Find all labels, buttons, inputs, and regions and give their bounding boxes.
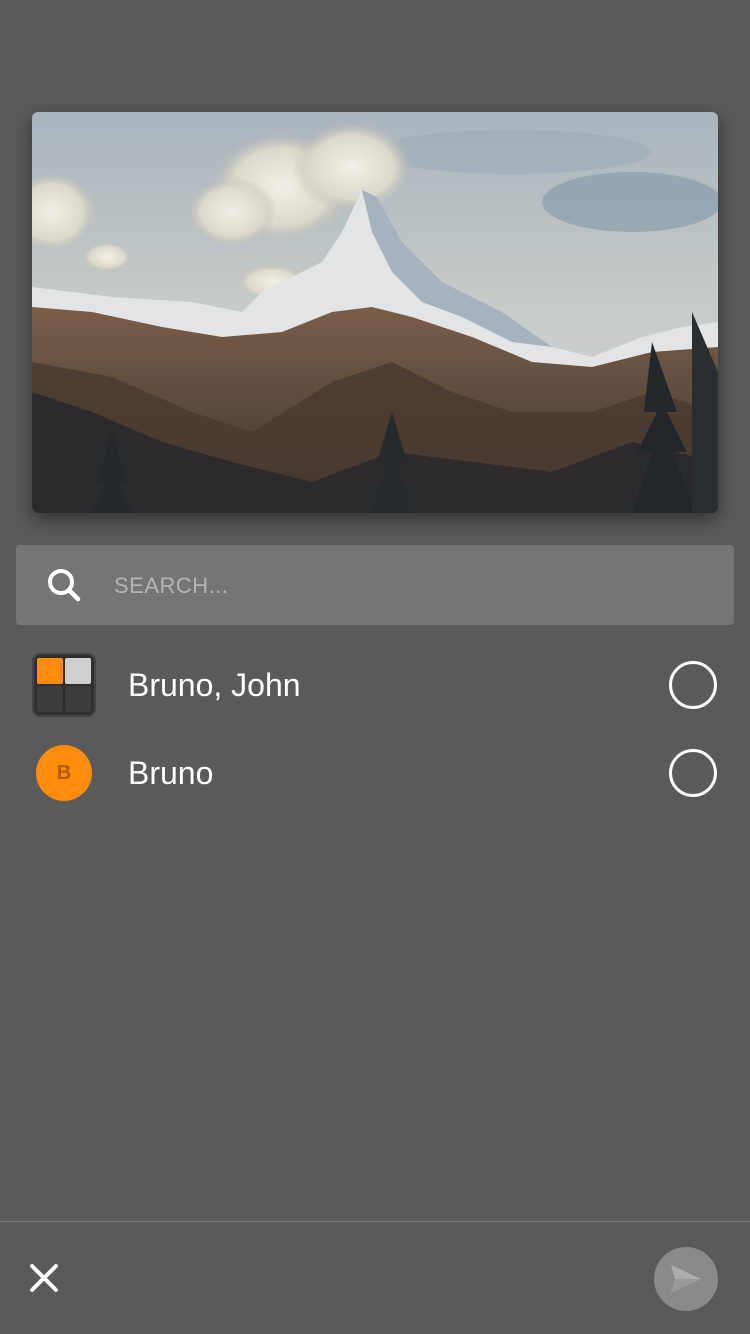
close-icon[interactable] bbox=[24, 1258, 64, 1298]
mountain-photo bbox=[32, 112, 718, 513]
shared-photo bbox=[32, 112, 718, 513]
contact-name: Bruno bbox=[128, 755, 214, 791]
group-avatar-tile bbox=[65, 658, 91, 684]
group-avatar bbox=[32, 653, 96, 717]
group-avatar-tile bbox=[37, 686, 63, 712]
select-radio[interactable] bbox=[669, 749, 717, 797]
select-radio[interactable] bbox=[669, 661, 717, 709]
send-icon bbox=[671, 1265, 701, 1293]
contact-name: Bruno, John bbox=[128, 667, 301, 703]
group-avatar-tile bbox=[65, 686, 91, 712]
contact-row-bruno[interactable]: B Bruno bbox=[0, 729, 750, 817]
contact-row-bruno-john[interactable]: Bruno, John bbox=[0, 641, 750, 729]
search-icon bbox=[48, 569, 81, 602]
avatar: B bbox=[36, 745, 92, 801]
send-button[interactable] bbox=[654, 1247, 718, 1311]
search-input[interactable] bbox=[112, 545, 716, 627]
search-bar[interactable] bbox=[16, 545, 734, 627]
bottom-bar bbox=[0, 1221, 750, 1334]
group-avatar-tile bbox=[37, 658, 63, 684]
